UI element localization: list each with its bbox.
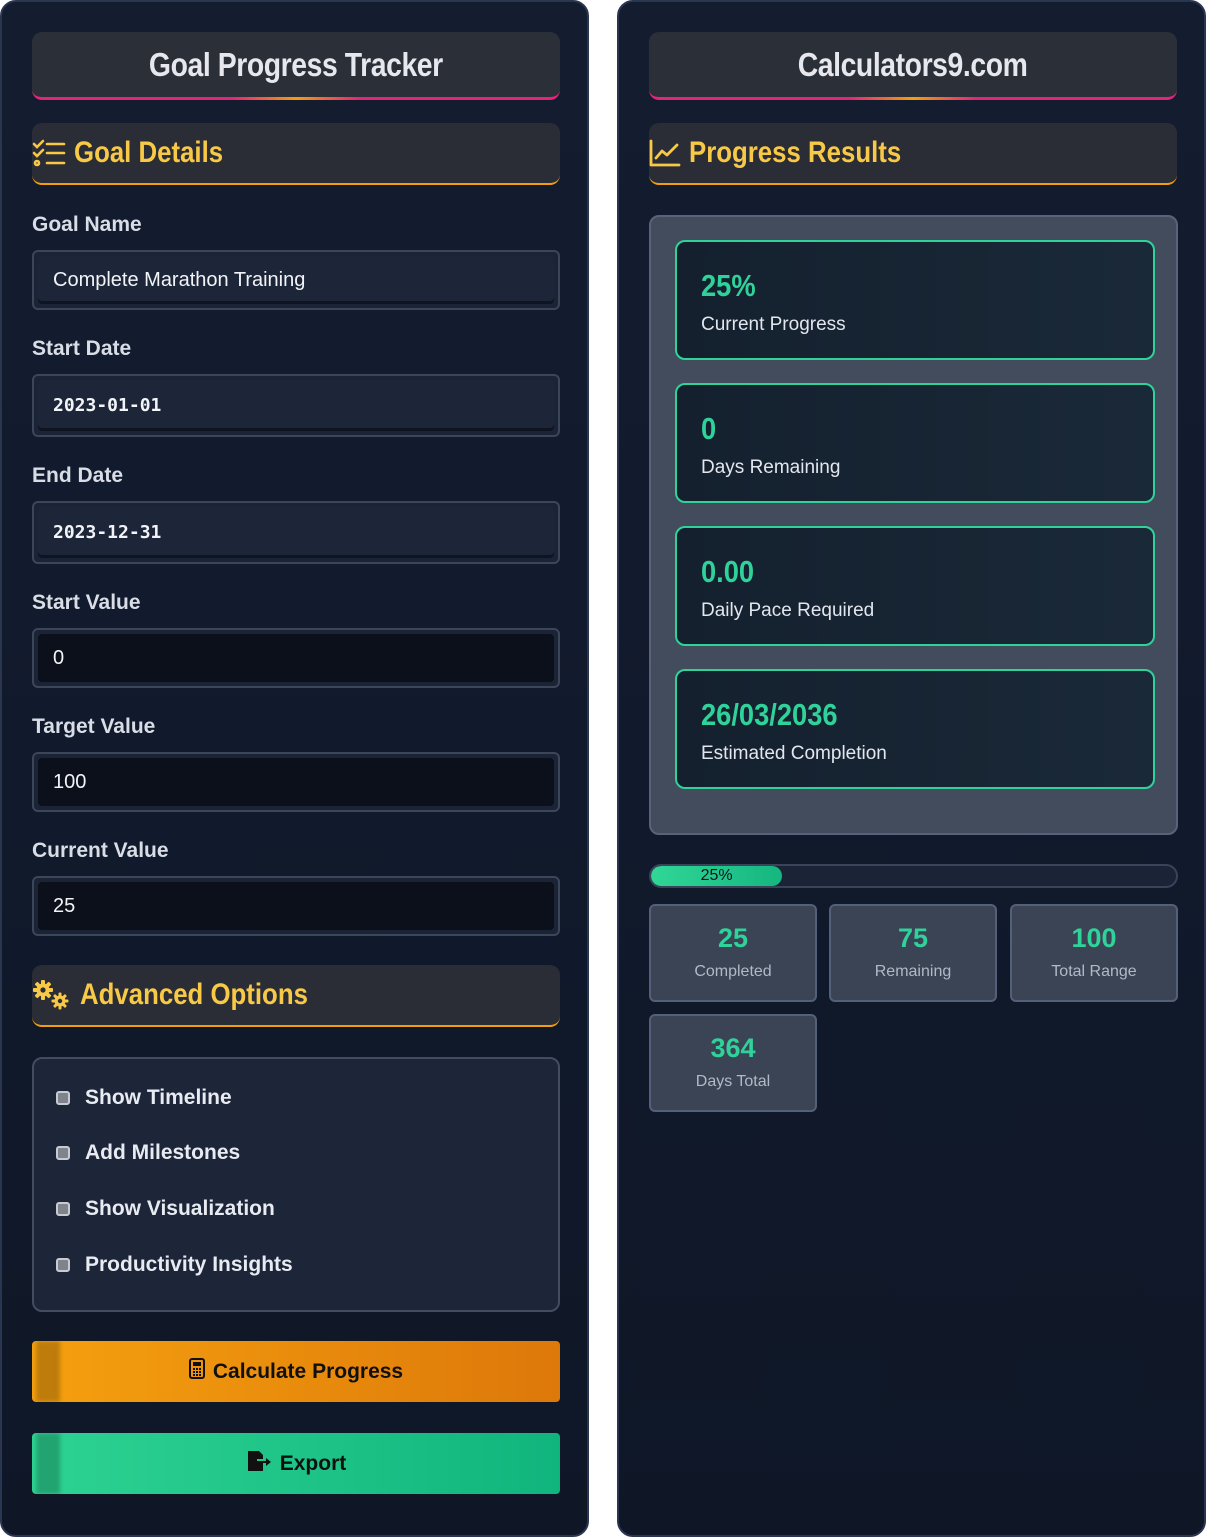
- checkbox[interactable]: [56, 1091, 70, 1105]
- current-value-label: Current Value: [32, 839, 169, 862]
- stat-label: Total Range: [1051, 963, 1137, 980]
- option-show-timeline[interactable]: Show Timeline: [56, 1086, 232, 1110]
- end-date-value[interactable]: 2023-12-31: [38, 507, 554, 558]
- current-value-value[interactable]: 25: [38, 882, 554, 930]
- stat-total-range: 100 Total Range: [1010, 904, 1178, 1002]
- progress-results-panel: Calculators9.com Progress Results 25% Cu…: [617, 0, 1206, 1537]
- card-label: Estimated Completion: [701, 743, 887, 764]
- result-card-days-remaining: 0 Days Remaining: [675, 383, 1155, 503]
- list-check-icon: [32, 138, 66, 168]
- option-label: Show Timeline: [85, 1086, 232, 1109]
- checkbox[interactable]: [56, 1202, 70, 1216]
- progress-bar-label: 25%: [700, 867, 733, 884]
- start-date-value[interactable]: 2023-01-01: [38, 380, 554, 431]
- option-productivity-insights[interactable]: Productivity Insights: [56, 1253, 293, 1277]
- result-card-daily-pace: 0.00 Daily Pace Required: [675, 526, 1155, 646]
- start-date-label: Start Date: [32, 337, 132, 360]
- app-title-bar: Goal Progress Tracker: [32, 32, 560, 100]
- stat-completed: 25 Completed: [649, 904, 817, 1002]
- goal-name-label: Goal Name: [32, 213, 142, 236]
- calculate-progress-button[interactable]: Calculate Progress: [32, 1341, 560, 1402]
- app-title: Goal Progress Tracker: [149, 45, 443, 83]
- brand-title: Calculators9.com: [798, 45, 1028, 83]
- card-value: 0: [701, 411, 717, 446]
- start-value-input[interactable]: 0: [32, 628, 560, 688]
- checkbox[interactable]: [56, 1146, 70, 1160]
- advanced-options-list: Show Timeline Add Milestones Show Visual…: [32, 1057, 560, 1312]
- card-label: Days Remaining: [701, 457, 841, 478]
- export-label: Export: [279, 1451, 347, 1475]
- checkbox[interactable]: [56, 1258, 70, 1272]
- option-show-visualization[interactable]: Show Visualization: [56, 1197, 275, 1221]
- target-value-label: Target Value: [32, 715, 156, 738]
- stat-value: 25: [717, 923, 749, 953]
- result-card-estimated-completion: 26/03/2036 Estimated Completion: [675, 669, 1155, 789]
- progress-bar: 25%: [649, 864, 1178, 888]
- results-container: 25% Current Progress 0 Days Remaining 0.…: [649, 215, 1178, 835]
- stat-label: Completed: [694, 963, 772, 980]
- start-value-label: Start Value: [32, 591, 141, 614]
- option-label: Add Milestones: [85, 1141, 241, 1164]
- end-date-input[interactable]: 2023-12-31: [32, 501, 560, 564]
- stat-remaining: 75 Remaining: [829, 904, 997, 1002]
- option-label: Productivity Insights: [85, 1253, 293, 1276]
- advanced-options-header: Advanced Options: [32, 965, 560, 1027]
- card-value: 0.00: [701, 554, 755, 589]
- goal-name-value[interactable]: Complete Marathon Training: [38, 256, 554, 304]
- stat-value: 100: [1071, 923, 1117, 953]
- card-label: Current Progress: [701, 314, 846, 335]
- goal-details-panel: Goal Progress Tracker Goal Details Goal …: [0, 0, 589, 1537]
- goal-name-input[interactable]: Complete Marathon Training: [32, 250, 560, 310]
- card-label: Daily Pace Required: [701, 600, 875, 621]
- current-value-input[interactable]: 25: [32, 876, 560, 936]
- result-card-current-progress: 25% Current Progress: [675, 240, 1155, 360]
- option-add-milestones[interactable]: Add Milestones: [56, 1141, 240, 1165]
- progress-results-header: Progress Results: [649, 123, 1177, 185]
- goal-details-header: Goal Details: [32, 123, 560, 185]
- progress-results-title: Progress Results: [689, 136, 902, 169]
- option-label: Show Visualization: [85, 1197, 275, 1220]
- goal-details-title: Goal Details: [74, 136, 224, 169]
- file-export-icon: [246, 1450, 272, 1478]
- export-button[interactable]: Export: [32, 1433, 560, 1494]
- stat-days-total: 364 Days Total: [649, 1014, 817, 1112]
- card-value: 25%: [701, 268, 756, 303]
- progress-bar-fill: 25%: [651, 866, 783, 886]
- start-value-value[interactable]: 0: [38, 634, 554, 682]
- stat-label: Remaining: [874, 963, 952, 980]
- chart-line-icon: [649, 139, 681, 167]
- advanced-options-title: Advanced Options: [80, 978, 308, 1011]
- calculate-progress-label: Calculate Progress: [212, 1359, 404, 1383]
- stat-value: 364: [710, 1033, 756, 1063]
- calculator-icon: [188, 1358, 205, 1385]
- gears-icon: [32, 979, 72, 1011]
- start-date-input[interactable]: 2023-01-01: [32, 374, 560, 437]
- target-value-input[interactable]: 100: [32, 752, 560, 812]
- stat-label: Days Total: [695, 1073, 771, 1090]
- target-value-value[interactable]: 100: [38, 758, 554, 806]
- stat-value: 75: [897, 923, 929, 953]
- brand-title-bar: Calculators9.com: [649, 32, 1177, 100]
- card-value: 26/03/2036: [701, 697, 838, 732]
- end-date-label: End Date: [32, 464, 124, 487]
